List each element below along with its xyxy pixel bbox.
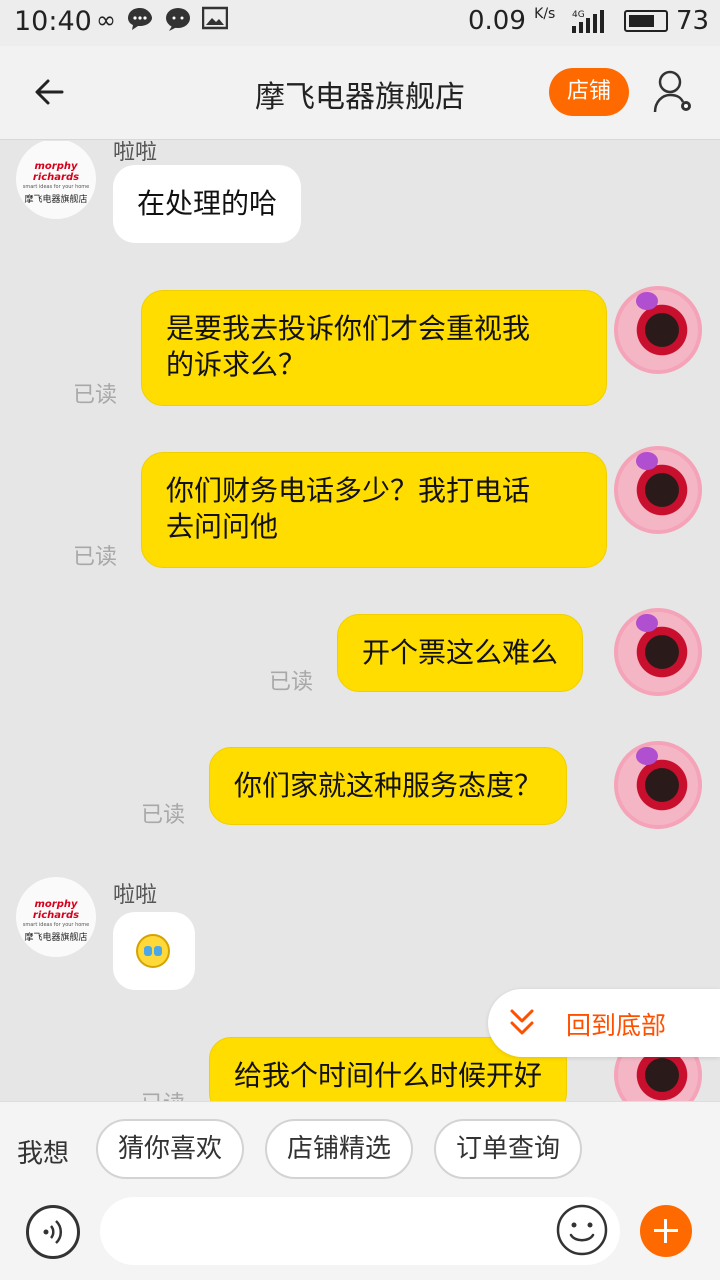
emoji-button-icon[interactable] — [555, 1203, 609, 1257]
voice-input-button[interactable] — [26, 1205, 80, 1259]
notification-icons: ∞ — [96, 6, 228, 34]
back-to-bottom-label: 回到底部 — [566, 1011, 667, 1040]
read-status: 已读 — [73, 545, 118, 570]
svg-text:4G: 4G — [572, 10, 585, 20]
battery-icon — [624, 10, 668, 32]
profile-settings-icon[interactable] — [652, 68, 696, 116]
user-avatar[interactable] — [614, 446, 702, 534]
read-status: 已读 — [73, 383, 118, 408]
double-chevron-down-icon — [510, 1009, 534, 1035]
message-bubble[interactable]: 你们财务电话多少？我打电话 去问问他 — [141, 452, 607, 568]
status-bar: 10:40 ∞ 0.09 K/s 4G 73 — [0, 0, 720, 46]
crying-face-emoji — [136, 934, 170, 968]
message-bubble[interactable] — [113, 912, 195, 990]
back-to-bottom-button[interactable]: 回到底部 — [488, 989, 720, 1057]
user-avatar[interactable] — [614, 286, 702, 374]
battery-level: 73 — [676, 6, 710, 36]
input-bar — [0, 1197, 720, 1280]
chip-shop-picks[interactable]: 店铺精选 — [265, 1119, 413, 1179]
shop-avatar[interactable]: morphy richards smart ideas for your hom… — [16, 141, 96, 219]
message-bubble[interactable]: 在处理的哈 — [113, 165, 302, 243]
chip-order-inquiry[interactable]: 订单查询 — [434, 1119, 582, 1179]
image-icon — [202, 6, 228, 30]
quick-reply-bar: 我想 猜你喜欢 店铺精选 订单查询 — [0, 1101, 720, 1197]
status-time: 10:40 — [14, 6, 92, 37]
sender-name: 啦啦 — [113, 141, 158, 165]
message-icon — [166, 8, 190, 31]
read-status: 已读 — [141, 1086, 185, 1101]
voice-icon — [43, 1220, 63, 1244]
user-avatar[interactable] — [614, 608, 702, 696]
infinity-icon: ∞ — [96, 6, 116, 34]
read-status: 已读 — [141, 803, 186, 828]
read-status: 已读 — [269, 670, 314, 695]
message-bubble[interactable]: 你们家就这种服务态度？ — [209, 747, 568, 825]
shop-avatar[interactable]: morphy richards smart ideas for your hom… — [16, 877, 96, 957]
plus-icon[interactable] — [640, 1205, 692, 1257]
message-bubble[interactable]: 是要我去投诉你们才会重视我 的诉求么？ — [141, 290, 607, 406]
signal-4g-icon: 4G — [572, 10, 604, 33]
shop-button[interactable]: 店铺 — [549, 68, 629, 116]
user-avatar[interactable] — [614, 741, 702, 829]
chip-guess-you-like[interactable]: 猜你喜欢 — [96, 1119, 244, 1179]
chat-bubble-icon — [128, 8, 152, 30]
message-input[interactable] — [100, 1197, 620, 1265]
chat-header: 摩飞电器旗舰店 店铺 — [0, 46, 720, 140]
network-speed: 0.09 K/s — [468, 6, 556, 36]
chat-messages[interactable]: morphy richards smart ideas for your hom… — [0, 141, 720, 1101]
quick-reply-label: 我想 — [17, 1139, 70, 1169]
message-bubble[interactable]: 开个票这么难么 — [337, 614, 584, 692]
sender-name: 啦啦 — [113, 883, 158, 908]
